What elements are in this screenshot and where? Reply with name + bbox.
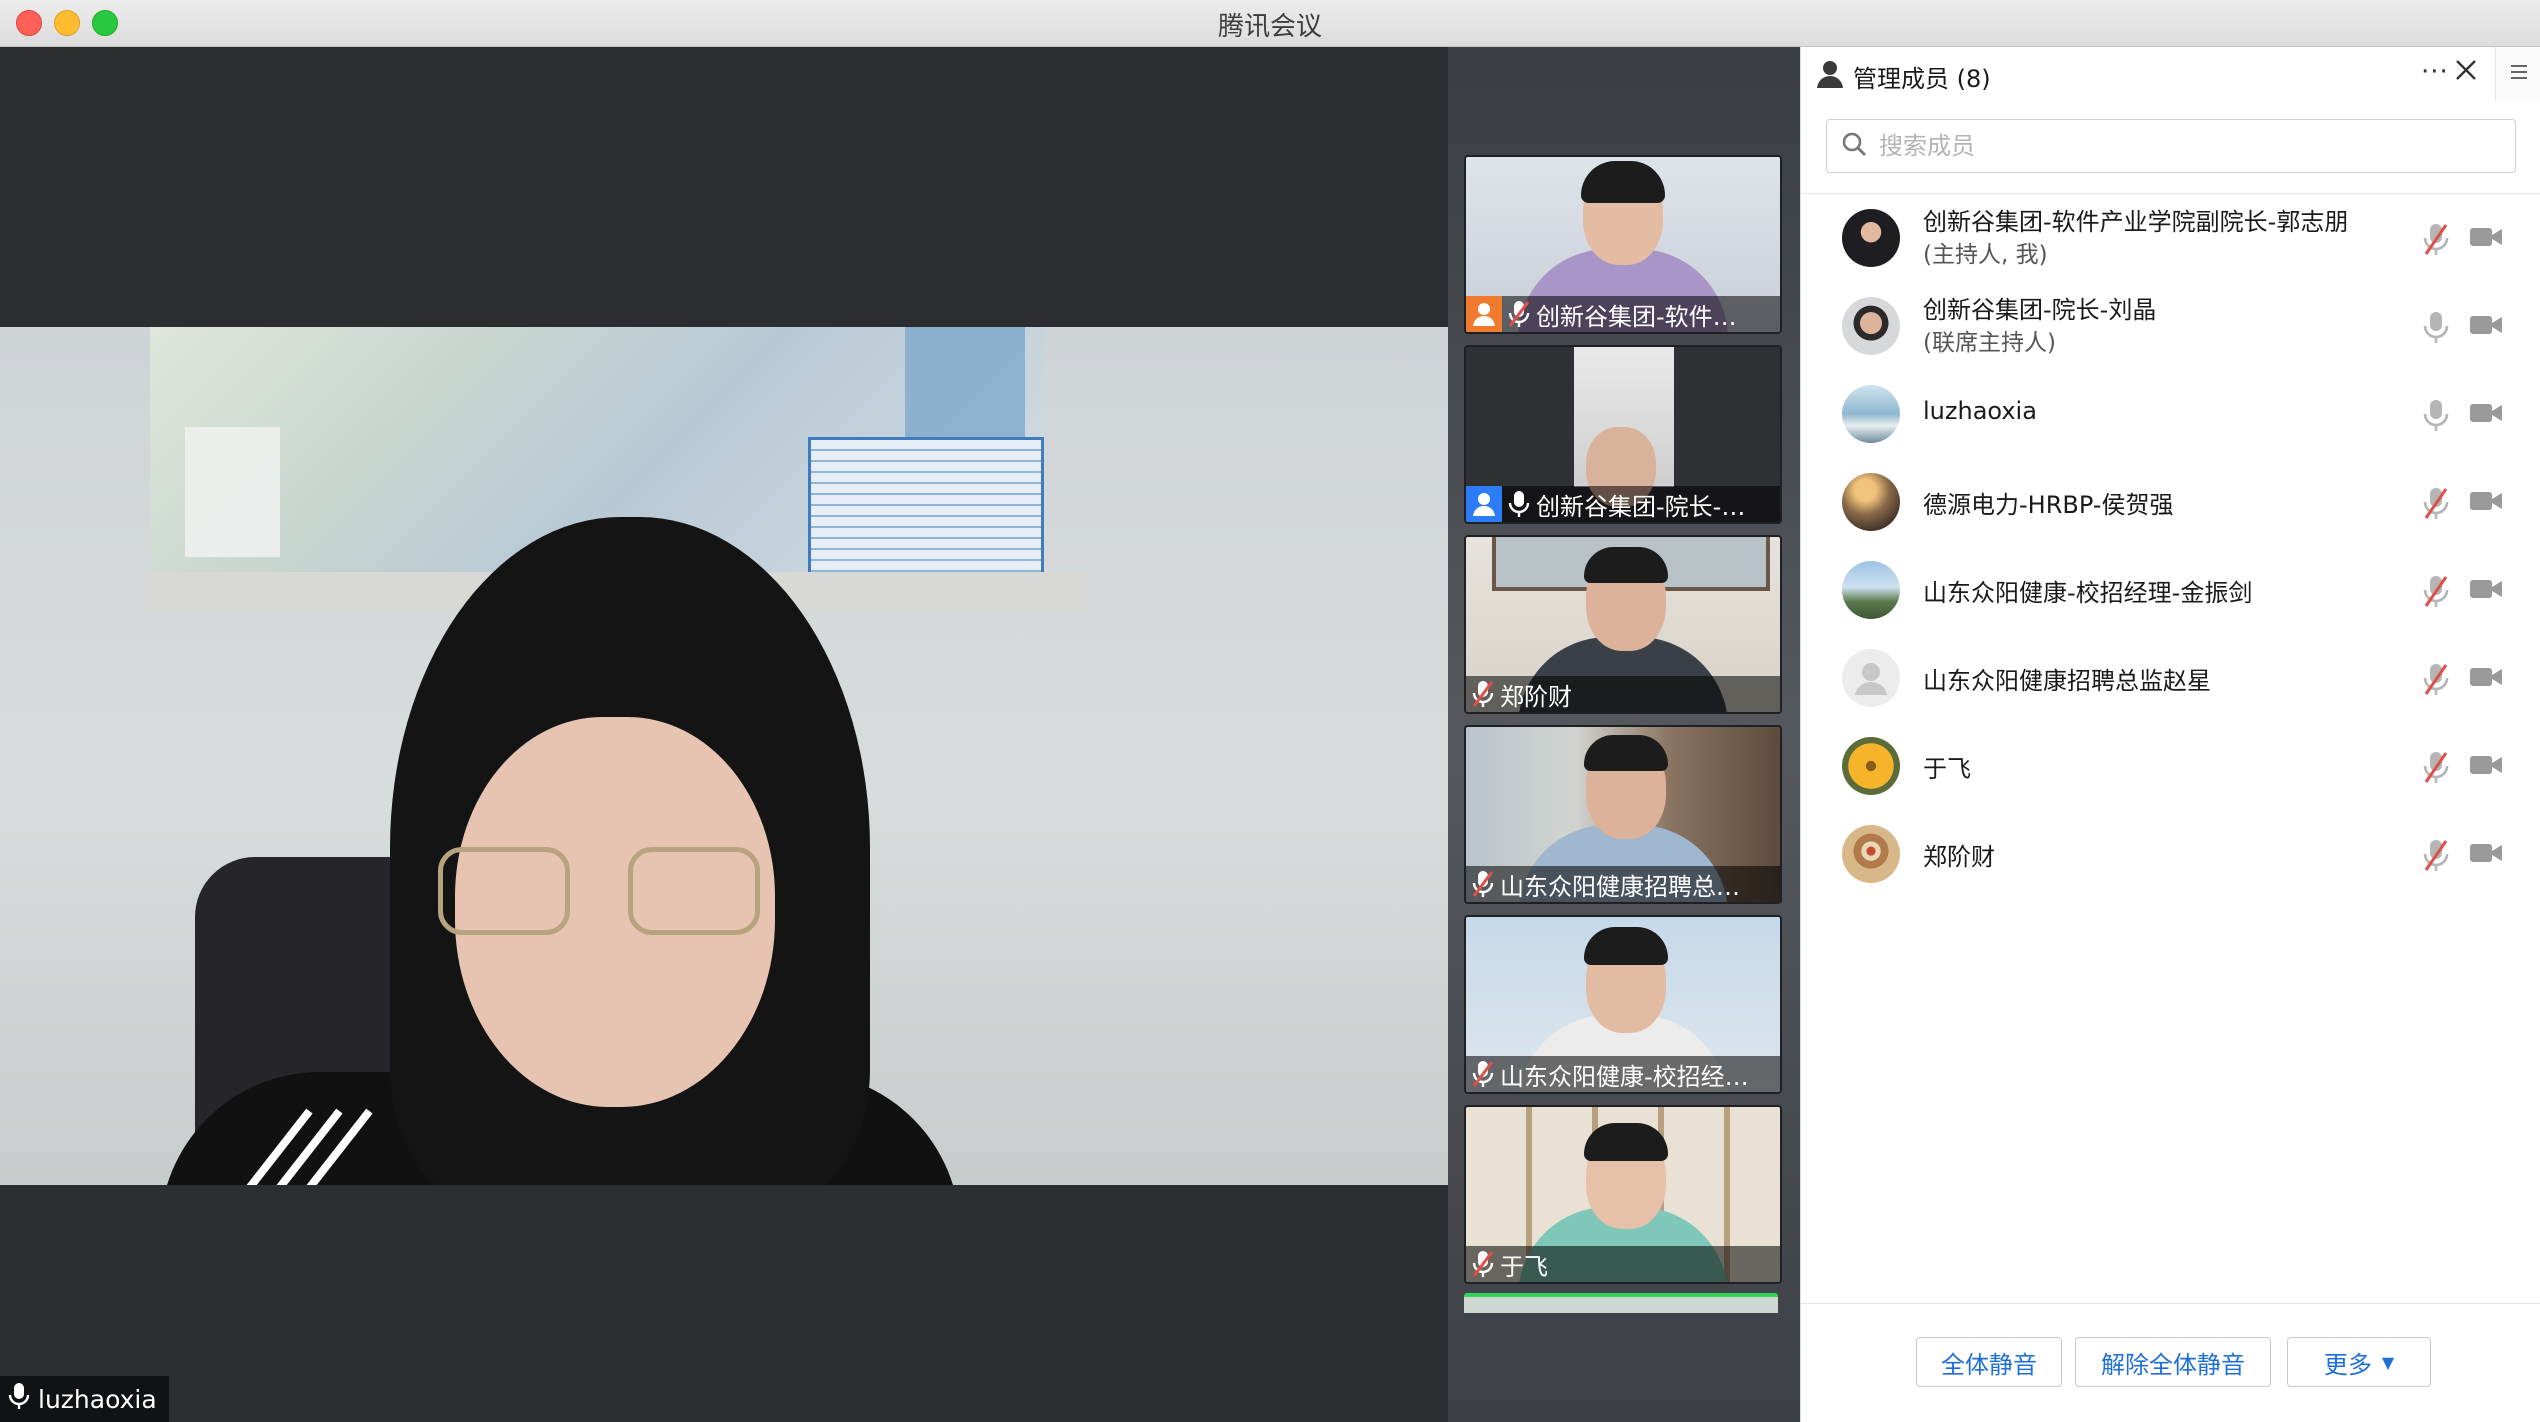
muted-microphone-icon (1472, 1060, 1494, 1088)
divider (1801, 1303, 2540, 1304)
member-row[interactable]: 创新谷集团-软件产业学院副院长-郭志朋 (主持人, 我) (1801, 194, 2540, 282)
mute-all-button[interactable]: 全体静音 (1916, 1337, 2062, 1387)
participant-thumbnail[interactable]: 山东众阳健康招聘总… (1464, 725, 1782, 904)
hamburger-icon (2510, 64, 2528, 84)
member-avatar (1842, 561, 1900, 619)
person-icon (1815, 59, 1845, 93)
member-search-box[interactable] (1826, 119, 2516, 173)
default-avatar-icon (1842, 649, 1900, 707)
main-speaker-name: luzhaoxia (38, 1384, 157, 1414)
member-search-input[interactable] (1877, 131, 2481, 161)
muted-microphone-icon[interactable] (2423, 838, 2449, 876)
member-name: 创新谷集团-软件产业学院副院长-郭志朋 (1923, 208, 2349, 236)
member-row[interactable]: 山东众阳健康招聘总监赵星 (1801, 634, 2540, 722)
member-avatar (1842, 209, 1900, 267)
camera-icon[interactable] (2469, 313, 2503, 341)
main-speaker-label: luzhaoxia (0, 1376, 169, 1422)
member-panel: 管理成员 (8) ··· 创新谷集团-软件产业学院副院长-郭志朋 (主持人, 我… (1800, 47, 2540, 1422)
muted-microphone-icon (1472, 680, 1494, 708)
member-name: luzhaoxia (1923, 397, 2037, 425)
muted-microphone-icon (1472, 1250, 1494, 1278)
search-icon (1841, 131, 1867, 161)
camera-icon[interactable] (2469, 225, 2503, 253)
more-button-label: 更多 (2323, 1350, 2372, 1379)
muted-microphone-icon[interactable] (2423, 486, 2449, 524)
member-row[interactable]: luzhaoxia (1801, 370, 2540, 458)
camera-icon[interactable] (2469, 489, 2503, 517)
unmute-all-button[interactable]: 解除全体静音 (2075, 1337, 2271, 1387)
active-speaker-thumbnail[interactable] (1464, 1293, 1778, 1313)
camera-icon[interactable] (2469, 841, 2503, 869)
member-name: 于飞 (1923, 755, 1971, 783)
thumbnail-label: 创新谷集团-院长-… (1466, 486, 1780, 522)
member-name: 山东众阳健康-校招经理-金振剑 (1923, 579, 2253, 607)
thumbnail-label: 郑阶财 (1466, 676, 1780, 712)
host-badge-icon (1466, 296, 1502, 332)
camera-icon[interactable] (2469, 665, 2503, 693)
camera-icon[interactable] (2469, 577, 2503, 605)
cohost-badge-icon (1466, 486, 1502, 522)
camera-icon[interactable] (2469, 753, 2503, 781)
member-row[interactable]: 郑阶财 (1801, 810, 2540, 898)
muted-microphone-icon[interactable] (2423, 574, 2449, 612)
member-avatar (1842, 385, 1900, 443)
participant-thumbnail[interactable]: 创新谷集团-软件… (1464, 155, 1782, 334)
muted-microphone-icon[interactable] (2423, 662, 2449, 700)
camera-icon[interactable] (2469, 401, 2503, 429)
member-avatar (1842, 825, 1900, 883)
toggle-sidebar-button[interactable] (2495, 47, 2540, 101)
muted-microphone-icon (1508, 300, 1530, 328)
thumbnail-label: 山东众阳健康-校招经… (1466, 1056, 1780, 1092)
thumbnail-label: 于飞 (1466, 1246, 1780, 1282)
participant-video-list[interactable]: 创新谷集团-软件… 创新谷集团-院长-… 郑阶财 山东众阳健康招聘总… 山东众阳… (1448, 47, 1800, 1422)
member-name: 郑阶财 (1923, 843, 1995, 871)
member-role: (联席主持人) (1923, 330, 2056, 356)
glasses-image (438, 847, 570, 935)
member-row[interactable]: 山东众阳健康-校招经理-金振剑 (1801, 546, 2540, 634)
microphone-icon (8, 1382, 30, 1416)
thumbnail-label: 创新谷集团-软件… (1466, 296, 1780, 332)
caret-down-icon: ▼ (2381, 1352, 2395, 1372)
member-panel-header: 管理成员 (8) ··· (1801, 47, 2540, 101)
member-row[interactable]: 创新谷集团-院长-刘晶 (联席主持人) (1801, 282, 2540, 370)
participant-thumbnail[interactable]: 于飞 (1464, 1105, 1782, 1284)
title-bar: 腾讯会议 (0, 0, 2540, 47)
member-avatar (1842, 473, 1900, 531)
main-video-area: luzhaoxia (0, 47, 1448, 1422)
thumbnail-label: 山东众阳健康招聘总… (1466, 866, 1780, 902)
main-video[interactable] (0, 327, 1448, 1185)
more-options-button[interactable]: ··· (2421, 57, 2449, 87)
participant-thumbnail[interactable]: 创新谷集团-院长-… (1464, 345, 1782, 524)
member-panel-title: 管理成员 (8) (1853, 65, 1991, 93)
member-avatar (1842, 297, 1900, 355)
member-avatar (1842, 737, 1900, 795)
participant-thumbnail[interactable]: 郑阶财 (1464, 535, 1782, 714)
member-name: 山东众阳健康招聘总监赵星 (1923, 667, 2211, 695)
member-row[interactable]: 德源电力-HRBP-侯贺强 (1801, 458, 2540, 546)
microphone-icon (1508, 490, 1530, 518)
member-row[interactable]: 于飞 (1801, 722, 2540, 810)
microphone-icon[interactable] (2423, 398, 2449, 436)
muted-microphone-icon[interactable] (2423, 750, 2449, 788)
more-button[interactable]: 更多 ▼ (2287, 1337, 2431, 1387)
muted-microphone-icon[interactable] (2423, 222, 2449, 260)
close-panel-button[interactable] (2455, 59, 2477, 85)
microphone-icon[interactable] (2423, 310, 2449, 348)
member-name: 创新谷集团-院长-刘晶 (1923, 296, 2157, 324)
member-name: 德源电力-HRBP-侯贺强 (1923, 491, 2174, 519)
participant-thumbnail[interactable]: 山东众阳健康-校招经… (1464, 915, 1782, 1094)
window-title: 腾讯会议 (1217, 12, 1322, 42)
member-role: (主持人, 我) (1923, 242, 2048, 268)
glasses-image (628, 847, 760, 935)
muted-microphone-icon (1472, 870, 1494, 898)
